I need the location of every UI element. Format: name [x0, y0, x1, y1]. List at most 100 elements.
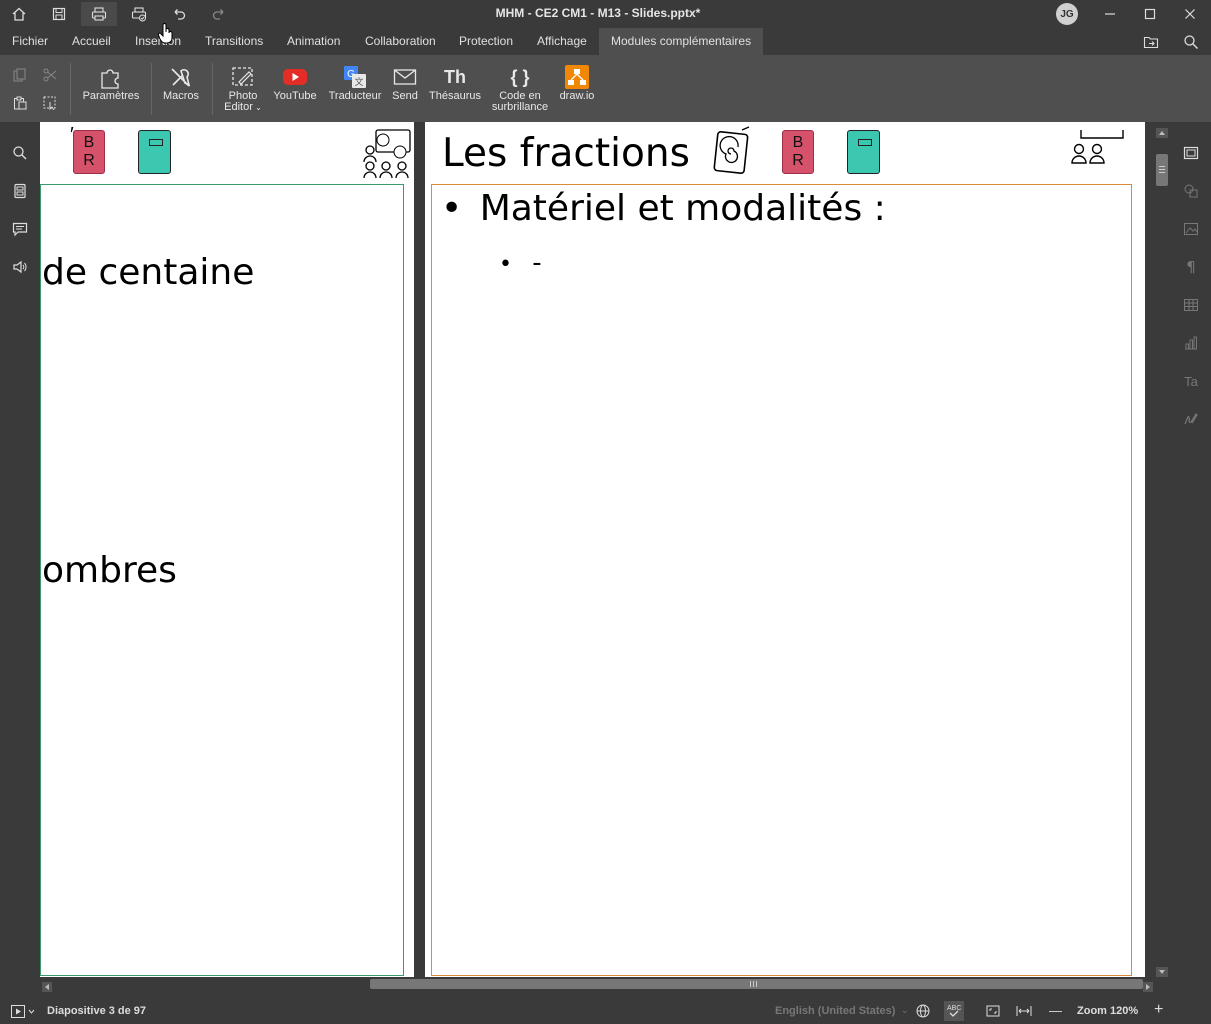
avatar[interactable]: JG: [1056, 3, 1078, 25]
photo-editor-button[interactable]: Photo Editor ⌄: [220, 63, 266, 113]
chart-settings-icon[interactable]: [1171, 330, 1211, 356]
slide-left[interactable]: ′ BR de centaine ombres: [40, 122, 414, 977]
mail-icon: [388, 63, 422, 91]
vertical-scroll-thumb[interactable]: [1156, 154, 1168, 186]
table-settings-icon[interactable]: [1171, 292, 1211, 318]
close-icon[interactable]: [1170, 0, 1210, 28]
spellcheck-icon[interactable]: ABC: [944, 1001, 964, 1021]
bullet-level2-text: -: [532, 248, 542, 278]
youtube-button[interactable]: YouTube: [270, 63, 320, 102]
chevron-down-icon[interactable]: ⌄: [901, 1005, 909, 1016]
photo-editor-label-2: Editor: [224, 101, 253, 113]
send-button[interactable]: Send: [388, 63, 422, 102]
search-icon[interactable]: [1181, 32, 1201, 52]
toolbar-separator: [151, 63, 152, 115]
menu-bar: Fichier Accueil Insertion Transitions An…: [0, 28, 1211, 55]
menu-collaboration[interactable]: Collaboration: [353, 28, 448, 55]
bullet-level2: • -: [499, 248, 542, 278]
svg-text:ABC: ABC: [947, 1005, 961, 1012]
drawio-button[interactable]: draw.io: [556, 63, 598, 102]
drawio-icon: [556, 63, 598, 91]
thesaurus-label: Thésaurus: [429, 90, 481, 102]
macros-button[interactable]: Macros: [159, 63, 203, 102]
zoom-out-icon[interactable]: —: [1049, 1003, 1062, 1018]
scroll-up-icon[interactable]: [1156, 125, 1168, 138]
status-bar: Diapositive 3 de 97 English (United Stat…: [0, 998, 1211, 1024]
signature-icon[interactable]: [1171, 406, 1211, 432]
scroll-left-icon[interactable]: [42, 979, 52, 992]
right-sidebar: ¶ Ta: [1171, 122, 1211, 998]
menu-animation[interactable]: Animation: [275, 28, 352, 55]
parametres-label: Paramètres: [82, 90, 140, 102]
youtube-icon: [270, 63, 320, 91]
book-card: [138, 130, 171, 174]
slides-panel-icon[interactable]: [0, 178, 40, 204]
left-sidebar: [0, 122, 40, 998]
zoom-level[interactable]: Zoom 120%: [1077, 1005, 1138, 1017]
menu-accueil[interactable]: Accueil: [60, 28, 123, 55]
text-art-icon[interactable]: Ta: [1171, 368, 1211, 394]
toolbar-separator: [70, 63, 71, 115]
menu-affichage[interactable]: Affichage: [525, 28, 599, 55]
slide-right[interactable]: Les fractions BR • Matériel et modalités…: [425, 122, 1145, 977]
fit-width-icon[interactable]: [1016, 1004, 1032, 1021]
comments-icon[interactable]: [0, 216, 40, 242]
slide-left-line1: de centaine: [42, 252, 255, 293]
slideshow-icon[interactable]: [11, 1005, 35, 1021]
bullet-level1-text: Matériel et modalités :: [479, 188, 886, 229]
paste-icon[interactable]: [10, 93, 30, 113]
code-braces-icon: { }: [510, 66, 530, 87]
translate-icon: G文: [326, 63, 384, 91]
scroll-down-icon[interactable]: [1156, 964, 1168, 977]
select-all-icon[interactable]: [40, 93, 60, 113]
title-bar: MHM - CE2 CM1 - M13 - Slides.pptx* JG: [0, 0, 1211, 28]
macros-label: Macros: [162, 90, 200, 102]
maximize-icon[interactable]: [1130, 0, 1170, 28]
menu-modules-complementaires[interactable]: Modules complémentaires: [599, 28, 764, 55]
chevron-down-icon[interactable]: ⌄: [253, 103, 262, 112]
image-settings-icon[interactable]: [1171, 216, 1211, 242]
send-label: Send: [392, 90, 418, 102]
code-surbrillance-button[interactable]: { } Code en surbrillance: [488, 63, 552, 113]
slide-left-line2: ombres: [42, 550, 177, 591]
fit-slide-icon[interactable]: [986, 1004, 1000, 1021]
code-label-2: surbrillance: [491, 101, 549, 113]
slide-settings-icon[interactable]: [1171, 140, 1211, 166]
menu-transitions[interactable]: Transitions: [193, 28, 275, 55]
slide-right-content-frame[interactable]: [431, 184, 1132, 976]
search-icon[interactable]: [0, 140, 40, 166]
svg-text:文: 文: [354, 76, 363, 87]
slide-counter: Diapositive 3 de 97: [47, 1005, 147, 1017]
slide-canvas[interactable]: ′ BR de centaine ombres Les fractions BR…: [40, 122, 1153, 977]
cut-icon[interactable]: [40, 65, 60, 85]
language-selector[interactable]: English (United States): [775, 1005, 895, 1017]
globe-icon[interactable]: [916, 1004, 930, 1021]
minimize-icon[interactable]: [1090, 0, 1130, 28]
scroll-right-icon[interactable]: [1143, 979, 1153, 992]
speaker-icon[interactable]: [0, 254, 40, 280]
shape-settings-icon[interactable]: [1171, 178, 1211, 204]
traducteur-button[interactable]: G文 Traducteur: [326, 63, 384, 102]
snail-notebook-icon: [711, 126, 753, 181]
tools-icon: [159, 63, 203, 91]
group-discussion-icon: [363, 128, 415, 183]
thesaurus-button[interactable]: Th Thésaurus: [426, 63, 484, 102]
zoom-in-icon[interactable]: +: [1154, 1001, 1163, 1019]
slide-title: Les fractions: [442, 131, 690, 176]
copy-icon[interactable]: [10, 65, 30, 85]
horizontal-scrollbar[interactable]: [40, 977, 1153, 992]
bullet-level1: • Matériel et modalités :: [441, 188, 886, 229]
open-location-icon[interactable]: [1141, 32, 1161, 52]
traducteur-label: Traducteur: [328, 90, 382, 102]
menu-protection[interactable]: Protection: [447, 28, 525, 55]
vertical-scrollbar[interactable]: [1153, 122, 1171, 977]
puzzle-icon: [80, 63, 142, 91]
menu-fichier[interactable]: Fichier: [0, 28, 60, 55]
toolbar-separator: [212, 63, 213, 115]
youtube-label: YouTube: [273, 90, 317, 102]
br-card: BR: [782, 130, 814, 174]
book-card: [847, 130, 880, 174]
horizontal-scroll-thumb[interactable]: [370, 979, 1143, 989]
parametres-button[interactable]: Paramètres: [80, 63, 142, 102]
paragraph-icon[interactable]: ¶: [1171, 254, 1211, 280]
